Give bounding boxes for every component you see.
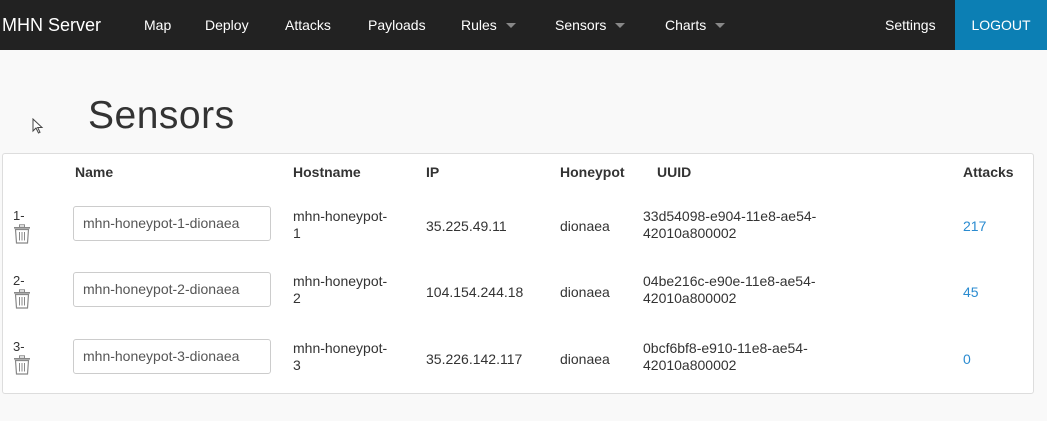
hostname-cell: mhn-honeypot- 2 bbox=[293, 273, 387, 307]
honeypot-cell: dionaea bbox=[560, 351, 610, 367]
brand-link[interactable]: MHN Server bbox=[0, 0, 101, 50]
nav-attacks[interactable]: Attacks bbox=[285, 0, 331, 50]
logout-button[interactable]: LOGOUT bbox=[955, 0, 1047, 50]
row-index: 3- bbox=[13, 339, 25, 354]
honeypot-cell: dionaea bbox=[560, 218, 610, 234]
hostname-line1: mhn-honeypot- bbox=[293, 208, 388, 224]
sensor-name-input[interactable]: mhn-honeypot-2-dionaea bbox=[73, 272, 271, 307]
table-row: 1- mhn-honeypot-1-dionaea mhn-honeypot- 1… bbox=[3, 194, 1033, 264]
table-row: 3- mhn-honeypot-3-dionaea mhn-honeypot- 3… bbox=[3, 326, 1033, 396]
uuid-cell: 0bcf6bf8-e910-11e8-ae54- 42010a800002 bbox=[643, 340, 808, 374]
nav-settings[interactable]: Settings bbox=[885, 0, 936, 50]
attacks-count-link[interactable]: 217 bbox=[963, 218, 986, 234]
hostname-line1: mhn-honeypot- bbox=[293, 273, 388, 289]
sensors-table: Name Hostname IP Honeypot UUID Attacks 1… bbox=[2, 153, 1034, 394]
uuid-line2: 42010a800002 bbox=[643, 357, 737, 373]
uuid-line2: 42010a800002 bbox=[643, 290, 737, 306]
nav-sensors-label: Sensors bbox=[555, 17, 607, 33]
ip-cell: 35.225.49.11 bbox=[426, 218, 507, 234]
nav-map[interactable]: Map bbox=[144, 0, 171, 50]
column-header-attacks: Attacks bbox=[963, 164, 1014, 180]
column-header-ip: IP bbox=[426, 164, 440, 180]
nav-payloads[interactable]: Payloads bbox=[368, 0, 426, 50]
nav-sensors-dropdown[interactable]: Sensors bbox=[555, 0, 626, 50]
mouse-cursor-icon bbox=[32, 118, 44, 134]
sensor-name-input[interactable]: mhn-honeypot-1-dionaea bbox=[73, 206, 271, 241]
nav-deploy[interactable]: Deploy bbox=[205, 0, 249, 50]
page-title: Sensors bbox=[88, 94, 235, 137]
nav-rules-dropdown[interactable]: Rules bbox=[461, 0, 516, 50]
hostname-cell: mhn-honeypot- 1 bbox=[293, 208, 387, 242]
row-index: 1- bbox=[13, 208, 25, 223]
honeypot-cell: dionaea bbox=[560, 284, 610, 300]
nav-charts-label: Charts bbox=[665, 17, 707, 33]
top-navbar: MHN Server Map Deploy Attacks Payloads R… bbox=[0, 0, 1047, 50]
attacks-count-link[interactable]: 45 bbox=[963, 284, 979, 300]
uuid-line2: 42010a800002 bbox=[643, 225, 737, 241]
trash-icon[interactable] bbox=[13, 224, 31, 244]
table-row: 2- mhn-honeypot-2-dionaea mhn-honeypot- 2… bbox=[3, 259, 1033, 329]
column-header-name: Name bbox=[75, 164, 114, 180]
ip-cell: 104.154.244.18 bbox=[426, 284, 524, 300]
ip-cell: 35.226.142.117 bbox=[426, 351, 523, 367]
hostname-line1: mhn-honeypot- bbox=[293, 340, 388, 356]
column-header-honeypot: Honeypot bbox=[560, 164, 625, 180]
trash-icon[interactable] bbox=[13, 355, 31, 375]
column-header-hostname: Hostname bbox=[293, 164, 361, 180]
uuid-line1: 0bcf6bf8-e910-11e8-ae54- bbox=[643, 340, 808, 356]
caret-down-icon bbox=[715, 22, 726, 28]
uuid-line1: 33d54098-e904-11e8-ae54- bbox=[643, 208, 817, 224]
hostname-cell: mhn-honeypot- 3 bbox=[293, 340, 387, 374]
attacks-count-link[interactable]: 0 bbox=[963, 351, 971, 367]
uuid-cell: 04be216c-e90e-11e8-ae54- 42010a800002 bbox=[643, 273, 816, 307]
caret-down-icon bbox=[615, 22, 626, 28]
row-index: 2- bbox=[13, 273, 25, 288]
hostname-line2: 2 bbox=[293, 290, 301, 306]
uuid-line1: 04be216c-e90e-11e8-ae54- bbox=[643, 273, 816, 289]
hostname-line2: 1 bbox=[293, 225, 301, 241]
trash-icon[interactable] bbox=[13, 289, 31, 309]
nav-charts-dropdown[interactable]: Charts bbox=[665, 0, 726, 50]
uuid-cell: 33d54098-e904-11e8-ae54- 42010a800002 bbox=[643, 208, 816, 242]
hostname-line2: 3 bbox=[293, 357, 301, 373]
caret-down-icon bbox=[505, 22, 516, 28]
column-header-uuid: UUID bbox=[657, 164, 692, 180]
sensor-name-input[interactable]: mhn-honeypot-3-dionaea bbox=[73, 339, 271, 374]
nav-rules-label: Rules bbox=[461, 17, 497, 33]
